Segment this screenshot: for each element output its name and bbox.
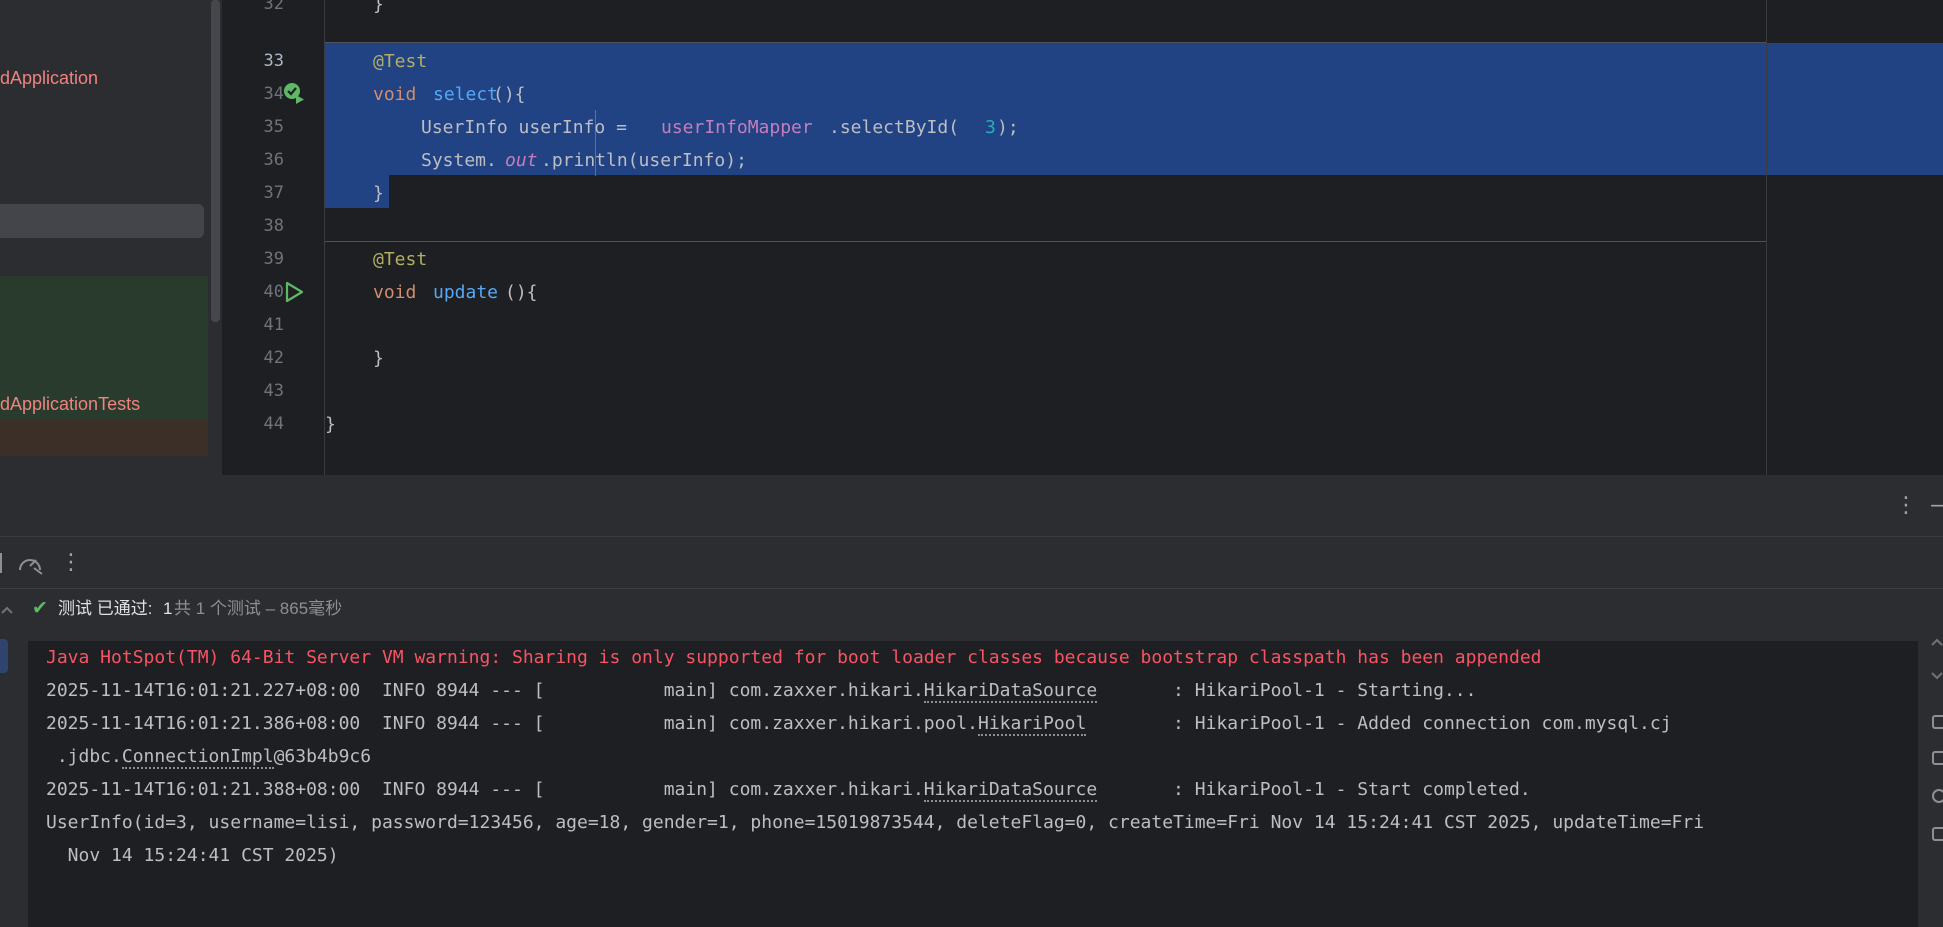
console-text: 2025-11-14T16:01:21.227+08:00 INFO 8944 … <box>46 680 924 701</box>
code-token: UserInfo userInfo = <box>421 117 638 138</box>
toolbar-edge-icon[interactable] <box>0 553 2 573</box>
code-line: void select (){ <box>325 78 1943 111</box>
line-number-current: 33 <box>263 51 284 71</box>
console-text: : HikariPool-1 - Starting... <box>1097 680 1477 701</box>
code-line: UserInfo userInfo = userInfoMapper .sele… <box>325 111 1943 144</box>
console-output[interactable]: Java HotSpot(TM) 64-Bit Server VM warnin… <box>28 641 1918 927</box>
code-line: } <box>325 408 1943 441</box>
code-token: @Test <box>373 249 428 270</box>
tree-scrollbar[interactable] <box>211 0 220 322</box>
console-line: Java HotSpot(TM) 64-Bit Server VM warnin… <box>46 647 1542 668</box>
code-area[interactable]: } @Test void select (){ UserInfo userInf… <box>325 0 1943 475</box>
coverage-gauge-icon[interactable] <box>16 552 44 576</box>
tree-item-application-tests[interactable]: dApplicationTests <box>0 388 140 420</box>
console-line: Nov 14 15:24:41 CST 2025) <box>46 845 339 866</box>
console-text: : HikariPool-1 - Added connection com.my… <box>1086 713 1672 734</box>
code-token: @Test <box>373 51 428 72</box>
line-number: 42 <box>263 348 284 368</box>
test-status-count: 1 <box>163 599 173 618</box>
run-toolbar: ⋮ <box>0 537 1943 589</box>
test-passed-icon: ✔ <box>32 598 48 619</box>
scroll-up-icon[interactable] <box>0 603 14 617</box>
code-token: void <box>373 84 417 105</box>
code-token: select <box>433 84 499 105</box>
console-filter-toggle[interactable] <box>0 639 8 673</box>
console-line: 2025-11-14T16:01:21.388+08:00 INFO 8944 … <box>46 773 1531 806</box>
console-line: 2025-11-14T16:01:21.386+08:00 INFO 8944 … <box>46 707 1672 740</box>
more-options-icon[interactable]: ⋮ <box>1895 495 1917 517</box>
console-text: 2025-11-14T16:01:21.386+08:00 INFO 8944 … <box>46 713 978 734</box>
line-number: 34 <box>263 84 284 104</box>
scroll-down-icon[interactable] <box>1930 669 1943 683</box>
code-token: } <box>373 183 384 204</box>
console-text: : HikariPool-1 - Start completed. <box>1097 779 1531 800</box>
console-class-link[interactable]: HikariDataSource <box>923 779 1098 802</box>
minimize-icon[interactable]: — <box>1930 495 1943 517</box>
code-token: update <box>433 282 499 303</box>
line-number: 44 <box>263 414 284 434</box>
scroll-to-end-icon[interactable] <box>1932 751 1943 765</box>
tool-window-header: ⋮ — <box>0 475 1943 537</box>
soft-wrap-icon[interactable] <box>1932 715 1943 729</box>
code-token: (){ <box>505 282 538 303</box>
code-line: @Test <box>325 243 1943 276</box>
run-tool-window: ⋮ — ⋮ ✔ 测试 已通过: 1 共 1 个测试 – 865毫秒 Java H… <box>0 475 1943 927</box>
code-token: (){ <box>493 84 526 105</box>
console-line: UserInfo(id=3, username=lisi, password=1… <box>46 812 1705 833</box>
console-line: .jdbc.ConnectionImpl@63b4b9c6 <box>46 740 371 773</box>
console-class-link[interactable]: HikariDataSource <box>923 680 1098 703</box>
console-class-link[interactable]: HikariPool <box>977 713 1087 736</box>
print-icon[interactable] <box>1932 789 1943 803</box>
line-number: 41 <box>263 315 284 335</box>
code-token: } <box>325 414 336 435</box>
console-line: 2025-11-14T16:01:21.227+08:00 INFO 8944 … <box>46 674 1476 707</box>
code-line: } <box>325 342 1943 375</box>
console-right-strip <box>1918 589 1943 927</box>
code-token: .println(userInfo); <box>541 150 747 171</box>
code-editor[interactable]: 32 33 34 35 36 37 38 39 40 41 42 43 44 }… <box>222 0 1943 475</box>
console-text: 2025-11-14T16:01:21.388+08:00 INFO 8944 … <box>46 779 924 800</box>
code-token: void <box>373 282 417 303</box>
test-status-label: 测试 已通过: <box>58 599 153 618</box>
code-token: userInfoMapper <box>661 117 813 138</box>
console-class-link[interactable]: ConnectionImpl <box>121 746 274 769</box>
console-left-strip <box>0 589 28 927</box>
test-passed-run-icon[interactable] <box>282 81 306 105</box>
test-status-bar: ✔ 测试 已通过: 1 共 1 个测试 – 865毫秒 <box>28 589 1918 629</box>
tree-item-selected[interactable] <box>0 204 204 238</box>
line-number: 38 <box>263 216 284 236</box>
code-token: out <box>505 150 538 171</box>
tree-item-application[interactable]: dApplication <box>0 62 98 94</box>
code-token: 3 <box>985 117 996 138</box>
code-token: ); <box>997 117 1019 138</box>
code-token: .selectById( <box>829 117 960 138</box>
line-number: 37 <box>263 183 284 203</box>
line-number: 39 <box>263 249 284 269</box>
code-line: void update (){ <box>325 276 1943 309</box>
scroll-up-icon[interactable] <box>1930 635 1943 649</box>
run-test-icon[interactable] <box>282 280 306 304</box>
line-number: 35 <box>263 117 284 137</box>
project-tree-panel: dApplication dApplicationTests <box>0 0 222 475</box>
clear-all-icon[interactable] <box>1932 827 1943 841</box>
code-line: @Test <box>325 45 1943 78</box>
editor-gutter[interactable]: 32 33 34 35 36 37 38 39 40 41 42 43 44 <box>222 0 324 475</box>
code-line: } <box>325 0 1943 21</box>
code-line: System. out .println(userInfo); <box>325 144 1943 177</box>
console-text: .jdbc. <box>46 746 122 767</box>
code-line: } <box>325 177 1943 210</box>
test-status-detail: 共 1 个测试 – 865毫秒 <box>174 599 343 618</box>
line-number: 43 <box>263 381 284 401</box>
line-number: 40 <box>263 282 284 302</box>
code-token: } <box>373 0 384 15</box>
tree-excluded-highlight <box>0 420 222 456</box>
code-token: System. <box>421 150 497 171</box>
console-text: @63b4b9c6 <box>273 746 372 767</box>
line-number: 32 <box>263 0 284 14</box>
code-token: } <box>373 348 384 369</box>
line-number: 36 <box>263 150 284 170</box>
toolbar-more-icon[interactable]: ⋮ <box>60 552 82 574</box>
